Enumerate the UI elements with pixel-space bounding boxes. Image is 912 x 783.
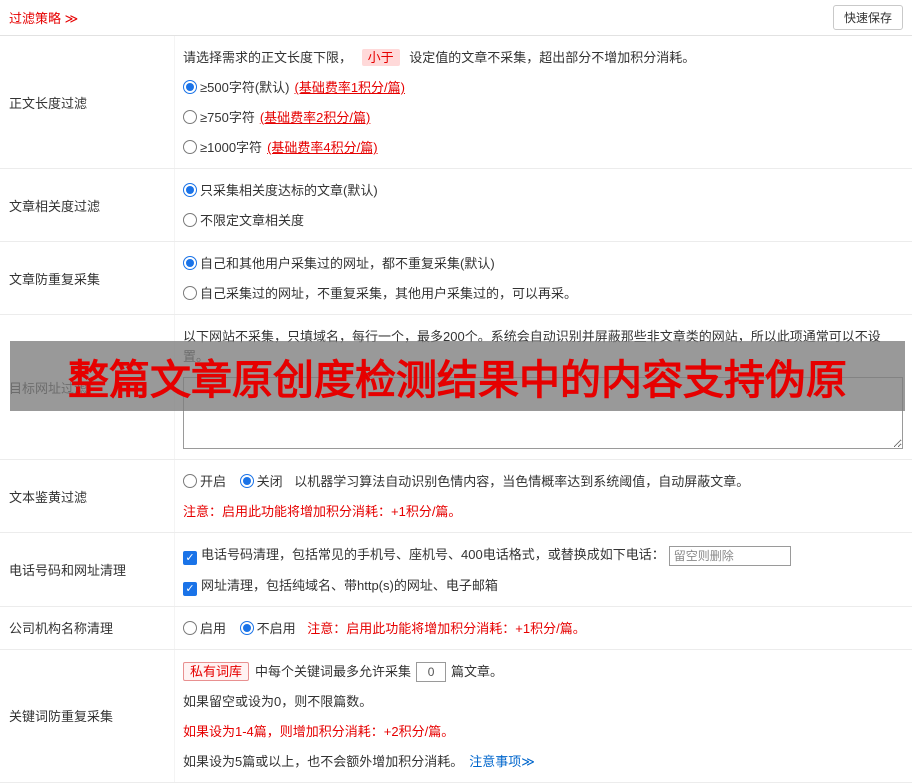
radio-porn-off[interactable]: 关闭 xyxy=(239,474,283,489)
radio-icon[interactable] xyxy=(183,140,197,154)
row-label-dedup: 文章防重复采集 xyxy=(9,271,101,287)
porn-options-line: 开启 关闭 以机器学习算法自动识别色情内容，当色情概率达到系统阈值，自动屏蔽文章… xyxy=(183,472,903,492)
topbar: 过滤策略 ≫ 快速保存 xyxy=(0,0,912,36)
watermark-text: 整篇文章原创度检测结果中的内容支持伪原 xyxy=(68,357,847,403)
row-porn-filter: 文本鉴黄过滤 开启 关闭 以机器学习算法自动识别色情内容，当色情概率达到系统阈值… xyxy=(0,460,912,533)
option-label: 只采集相关度达标的文章(默认) xyxy=(200,183,378,198)
radio-company-off[interactable]: 不启用 xyxy=(239,620,296,636)
radio-option-500[interactable]: ≥500字符(默认) (基础费率1积分/篇) xyxy=(183,78,903,98)
keyword-limit-text: 中每个关键词最多允许采集 xyxy=(255,663,412,679)
row-company-cleanup: 公司机构名称清理 启用 不启用 注意：启用此功能将增加积分消耗：+1积分/篇。 xyxy=(0,606,912,650)
fee-note: (基础费率4积分/篇) xyxy=(267,140,378,155)
less-than-chip: 小于 xyxy=(361,49,400,66)
keyword-note-five: 如果设为5篇或以上，也不会额外增加积分消耗。 注意事项≫ xyxy=(183,752,903,772)
row-label-company: 公司机构名称清理 xyxy=(9,621,114,637)
radio-option-1000[interactable]: ≥1000字符 (基础费率4积分/篇) xyxy=(183,138,903,158)
keyword-note-zero: 如果留空或设为0，则不限篇数。 xyxy=(183,694,373,710)
row-label-relevance: 文章相关度过滤 xyxy=(9,198,101,214)
row-content-phone: 电话号码清理，包括常见的手机号、座机号、400电话格式，或替换成如下电话： 网址… xyxy=(174,533,912,606)
option-label: 网址清理，包括纯域名、带http(s)的网址、电子邮箱 xyxy=(201,577,498,593)
row-label-keyword: 关键词防重复采集 xyxy=(9,709,114,725)
row-label-porn: 文本鉴黄过滤 xyxy=(9,489,88,505)
option-label: 自己采集过的网址，不重复采集，其他用户采集过的，可以再采。 xyxy=(200,286,578,301)
row-dedup-filter: 文章防重复采集 自己和其他用户采集过的网址，都不重复采集(默认) 自己采集过的网… xyxy=(0,242,912,315)
option-label: 关闭 xyxy=(256,474,283,489)
fee-note: (基础费率2积分/篇) xyxy=(259,110,371,125)
radio-dedup-all-users[interactable]: 自己和其他用户采集过的网址，都不重复采集(默认) xyxy=(183,254,903,274)
option-label: 不限定文章相关度 xyxy=(200,213,305,228)
porn-cost-note: 注意：启用此功能将增加积分消耗：+1积分/篇。 xyxy=(183,504,462,519)
option-label: 开启 xyxy=(200,474,227,489)
checkbox-icon[interactable] xyxy=(183,581,197,596)
option-label: ≥750字符 xyxy=(200,110,255,125)
row-relevance-filter: 文章相关度过滤 只采集相关度达标的文章(默认) 不限定文章相关度 xyxy=(0,169,912,242)
radio-icon[interactable] xyxy=(183,183,197,197)
option-label: 电话号码清理，包括常见的手机号、座机号、400电话格式，或替换成如下电话： xyxy=(201,547,665,562)
row-content-company: 启用 不启用 注意：启用此功能将增加积分消耗：+1积分/篇。 xyxy=(174,606,912,649)
row-phone-url-cleanup: 电话号码和网址清理 电话号码清理，包括常见的手机号、座机号、400电话格式，或替… xyxy=(0,533,912,607)
radio-icon[interactable] xyxy=(183,474,197,488)
row-content-dedup: 自己和其他用户采集过的网址，都不重复采集(默认) 自己采集过的网址，不重复采集，… xyxy=(174,242,912,314)
option-label: 启用 xyxy=(200,620,227,636)
replacement-phone-input[interactable] xyxy=(668,545,791,566)
radio-dedup-self-only[interactable]: 自己采集过的网址，不重复采集，其他用户采集过的，可以再采。 xyxy=(183,284,903,304)
radio-icon[interactable] xyxy=(183,286,197,300)
option-label: ≥500字符(默认) xyxy=(200,80,290,95)
radio-relevance-any[interactable]: 不限定文章相关度 xyxy=(183,211,903,231)
checkbox-phone-cleanup[interactable]: 电话号码清理，包括常见的手机号、座机号、400电话格式，或替换成如下电话： xyxy=(183,545,903,566)
option-label: 不启用 xyxy=(256,620,296,636)
row-label-phone: 电话号码和网址清理 xyxy=(9,562,127,578)
radio-company-on[interactable]: 启用 xyxy=(183,620,227,636)
radio-icon[interactable] xyxy=(183,110,197,124)
keyword-note-five-text: 如果设为5篇或以上，也不会额外增加积分消耗。 xyxy=(183,754,464,770)
fee-note: (基础费率1积分/篇) xyxy=(294,80,405,95)
radio-icon[interactable] xyxy=(239,474,254,488)
radio-option-750[interactable]: ≥750字符 (基础费率2积分/篇) xyxy=(183,108,903,128)
option-label: ≥1000字符 xyxy=(200,140,263,155)
checkbox-url-cleanup[interactable]: 网址清理，包括纯域名、带http(s)的网址、电子邮箱 xyxy=(183,576,903,596)
length-intro: 请选择需求的正文长度下限， 小于 设定值的文章不采集，超出部分不增加积分消耗。 xyxy=(183,48,903,68)
radio-icon[interactable] xyxy=(183,620,197,635)
notice-link[interactable]: 注意事项≫ xyxy=(469,754,535,769)
row-label-length: 正文长度过滤 xyxy=(9,95,88,111)
radio-icon[interactable] xyxy=(183,80,197,94)
row-content-relevance: 只采集相关度达标的文章(默认) 不限定文章相关度 xyxy=(174,169,912,241)
radio-icon[interactable] xyxy=(239,620,254,635)
radio-icon[interactable] xyxy=(183,256,197,270)
keyword-note-cost: 如果设为1-4篇，则增加积分消耗：+2积分/篇。 xyxy=(183,724,455,740)
quick-save-button[interactable]: 快速保存 xyxy=(832,5,903,30)
row-length-filter: 正文长度过滤 请选择需求的正文长度下限， 小于 设定值的文章不采集，超出部分不增… xyxy=(0,36,912,169)
checkbox-icon[interactable] xyxy=(183,551,197,565)
row-content-length: 请选择需求的正文长度下限， 小于 设定值的文章不采集，超出部分不增加积分消耗。 … xyxy=(174,36,912,168)
keyword-limit-unit: 篇文章。 xyxy=(451,663,504,679)
row-keyword-dedup: 关键词防重复采集 私有词库中每个关键词最多允许采集 篇文章。 如果留空或设为0，则… xyxy=(0,649,912,783)
watermark-overlay: 整篇文章原创度检测结果中的内容支持伪原 xyxy=(10,341,905,411)
company-cost-note: 注意：启用此功能将增加积分消耗：+1积分/篇。 xyxy=(307,620,586,636)
company-options-line: 启用 不启用 注意：启用此功能将增加积分消耗：+1积分/篇。 xyxy=(183,619,903,639)
page-title[interactable]: 过滤策略 ≫ xyxy=(9,8,78,27)
radio-icon[interactable] xyxy=(183,213,197,227)
radio-relevance-strict[interactable]: 只采集相关度达标的文章(默认) xyxy=(183,181,903,201)
length-intro-post: 设定值的文章不采集，超出部分不增加积分消耗。 xyxy=(409,50,696,65)
length-intro-pre: 请选择需求的正文长度下限， xyxy=(183,50,353,65)
row-content-keyword: 私有词库中每个关键词最多允许采集 篇文章。 如果留空或设为0，则不限篇数。 如果设… xyxy=(174,649,912,783)
keyword-limit-line: 私有词库中每个关键词最多允许采集 篇文章。 xyxy=(183,661,903,683)
radio-porn-on[interactable]: 开启 xyxy=(183,474,226,489)
row-content-porn: 开启 关闭 以机器学习算法自动识别色情内容，当色情概率达到系统阈值，自动屏蔽文章… xyxy=(174,460,912,532)
porn-desc: 以机器学习算法自动识别色情内容，当色情概率达到系统阈值，自动屏蔽文章。 xyxy=(294,474,750,489)
option-label: 自己和其他用户采集过的网址，都不重复采集(默认) xyxy=(200,256,495,271)
private-lexicon-tag[interactable]: 私有词库 xyxy=(183,661,250,681)
keyword-max-count-input[interactable] xyxy=(416,662,447,683)
